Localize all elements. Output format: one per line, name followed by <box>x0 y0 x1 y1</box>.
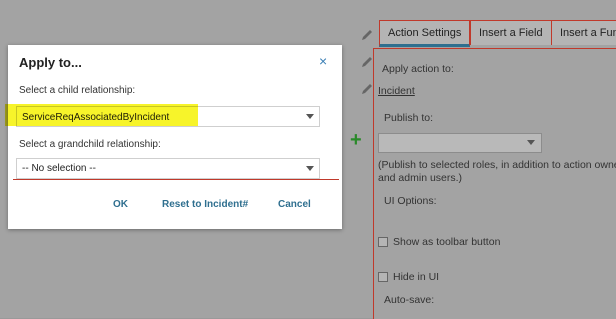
publish-note-line1: (Publish to selected roles, in addition … <box>378 159 616 171</box>
child-relationship-select[interactable]: ServiceReqAssociatedByIncident <box>16 106 320 127</box>
dialog-title: Apply to... <box>19 55 82 70</box>
toolbar-label: Show as toolbar button <box>393 236 501 248</box>
chevron-down-icon <box>306 166 314 171</box>
apply-action-link[interactable]: Incident <box>378 85 415 97</box>
tab-insert-field[interactable]: Insert a Field <box>470 20 552 45</box>
pencil-icon[interactable] <box>360 82 374 96</box>
hide-checkbox[interactable] <box>378 272 388 282</box>
grandchild-relationship-value: -- No selection -- <box>22 163 96 174</box>
ui-options-label: UI Options: <box>384 195 437 207</box>
tab-insert-function[interactable]: Insert a Func <box>551 20 616 45</box>
close-icon[interactable]: × <box>319 53 327 69</box>
chevron-down-icon <box>306 114 314 119</box>
publish-note-line2: and admin users.) <box>378 172 463 184</box>
pencil-icon[interactable] <box>360 28 374 42</box>
child-relationship-label: Select a child relationship: <box>19 85 136 96</box>
pencil-icon[interactable] <box>360 55 374 69</box>
ok-button[interactable]: OK <box>113 199 128 210</box>
grandchild-relationship-label: Select a grandchild relationship: <box>19 139 161 150</box>
chevron-down-icon <box>527 140 535 145</box>
annotation-underline <box>13 179 339 180</box>
toolbar-checkbox[interactable] <box>378 237 388 247</box>
publish-label: Publish to: <box>384 112 434 124</box>
apply-action-label: Apply action to: <box>382 63 454 75</box>
cancel-button[interactable]: Cancel <box>278 199 311 210</box>
child-relationship-value: ServiceReqAssociatedByIncident <box>22 112 170 123</box>
plus-icon[interactable]: + <box>350 130 362 150</box>
reset-button[interactable]: Reset to Incident# <box>162 199 248 210</box>
hide-label: Hide in UI <box>393 271 440 283</box>
tab-action-settings[interactable]: Action Settings <box>379 20 471 47</box>
apply-to-dialog: Apply to... × Select a child relationshi… <box>8 45 342 229</box>
grandchild-relationship-select[interactable]: -- No selection -- <box>16 158 320 179</box>
publish-select[interactable] <box>378 133 542 153</box>
autosave-label: Auto-save: <box>384 294 435 306</box>
action-settings-panel: Apply action to: Incident Publish to: (P… <box>373 48 616 319</box>
